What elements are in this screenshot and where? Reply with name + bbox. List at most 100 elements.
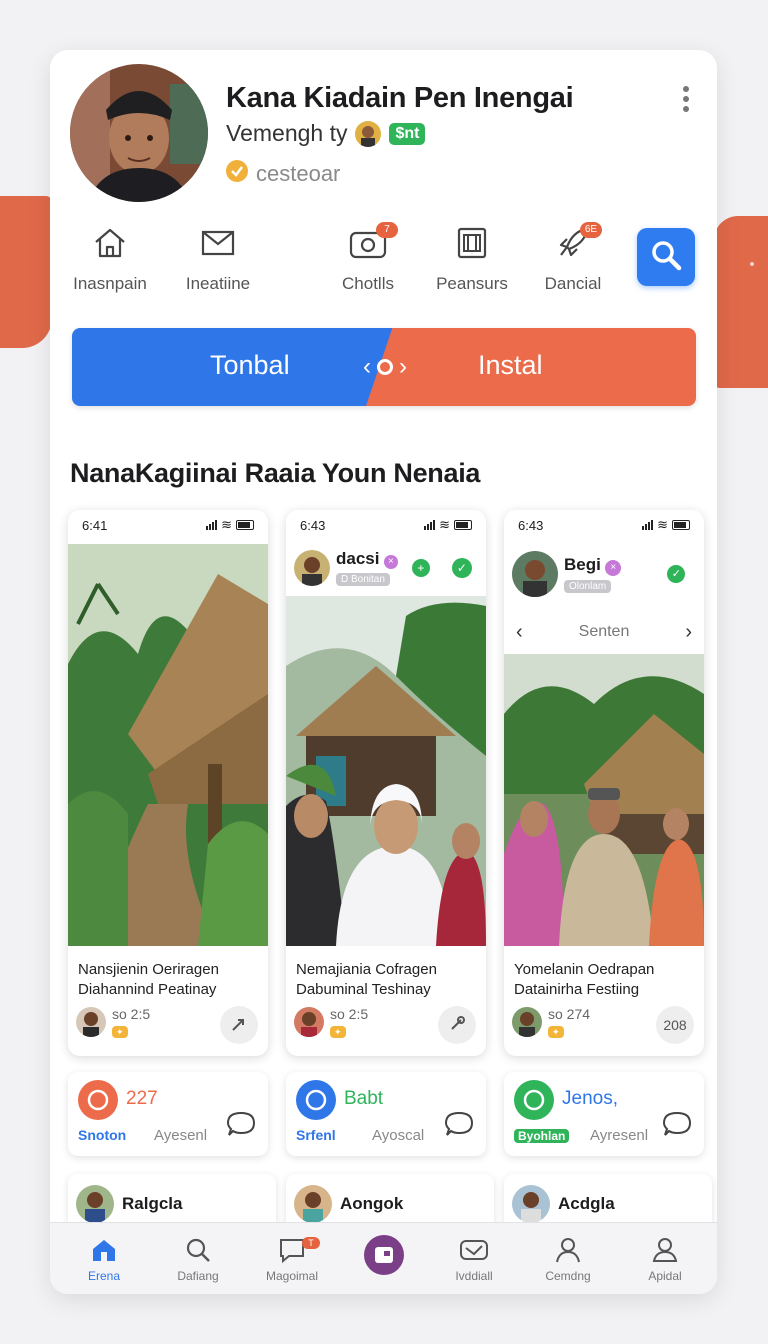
- chevron-left-icon: ‹: [363, 353, 371, 380]
- action-label: Inasnpain: [73, 274, 147, 293]
- more-options-icon[interactable]: [679, 86, 693, 120]
- search-button[interactable]: [637, 228, 695, 286]
- status-bar: 6:43 ≋: [504, 510, 704, 540]
- avatar: [512, 1185, 550, 1223]
- section-title: NanaKagiinai Raaia Youn Nenaia: [70, 458, 481, 488]
- nav-item-profile[interactable]: Apidal: [638, 1235, 692, 1283]
- stat-card[interactable]: Jenos, Byohlan Ayresenl: [504, 1072, 704, 1156]
- author-avatar[interactable]: [512, 1007, 542, 1037]
- status-time: 6:43: [300, 517, 326, 533]
- share-button[interactable]: [438, 1006, 476, 1044]
- profile-name: Kana Kiadain Pen Inengai: [226, 82, 574, 114]
- chevron-right-icon[interactable]: ›: [685, 621, 692, 644]
- chevron-left-icon[interactable]: ‹: [516, 621, 523, 644]
- share-button[interactable]: [220, 1006, 258, 1044]
- author-name: Begi: [564, 554, 601, 574]
- stat-tag: Byohlan: [514, 1129, 570, 1143]
- nav-label: Erena: [87, 1269, 121, 1283]
- count-button[interactable]: 208: [656, 1006, 694, 1044]
- profile-subtitle: Vemengh ty $nt: [226, 120, 426, 147]
- nav-item-inbox[interactable]: Ivddiall: [446, 1235, 502, 1283]
- action-camera[interactable]: 7 Chotlls: [332, 220, 404, 294]
- signal-icon: [424, 520, 436, 530]
- post-photo[interactable]: [68, 544, 268, 946]
- carousel-nav: ‹ Senten ›: [504, 614, 704, 650]
- create-icon: [362, 1235, 406, 1275]
- profile-avatar[interactable]: [70, 64, 208, 202]
- stat-card[interactable]: Babt Srfenl Ayoscal: [286, 1072, 486, 1156]
- toggle-dot-icon: [377, 359, 393, 375]
- action-mail[interactable]: Ineatiine: [180, 220, 256, 294]
- avatar: [294, 1185, 332, 1223]
- post-card[interactable]: 6:41 ≋ Nansjienin Oeriragen Diahannind P…: [68, 510, 268, 1056]
- post-card[interactable]: 6:43 ≋ dacsi × D Bonitan + ✓ Nemajiania …: [286, 510, 486, 1056]
- action-home[interactable]: Inasnpain: [72, 220, 148, 294]
- comment-icon[interactable]: [226, 1110, 256, 1143]
- comment-icon[interactable]: [444, 1110, 474, 1143]
- status-bar: 6:41 ≋: [68, 510, 268, 540]
- chat-icon: T: [262, 1235, 322, 1265]
- author-avatar[interactable]: [294, 1007, 324, 1037]
- author-avatar[interactable]: [294, 550, 330, 586]
- check-icon[interactable]: ✓: [667, 565, 686, 583]
- post-meta-text: so 2:5: [112, 1006, 151, 1022]
- author-avatar[interactable]: [512, 551, 558, 597]
- nav-label: Cemdng: [545, 1269, 591, 1283]
- wifi-icon: ≋: [221, 517, 232, 532]
- action-label: Dancial: [544, 274, 602, 293]
- post-meta-text: so 2:5: [330, 1006, 369, 1022]
- check-icon[interactable]: ✓: [451, 558, 472, 578]
- decor-band-left: [0, 196, 52, 348]
- status-time: 6:41: [82, 517, 108, 533]
- decor-dot: [750, 262, 754, 266]
- post-title-line: Nemajiania Cofragen: [296, 961, 437, 978]
- action-label: Chotlls: [342, 274, 394, 293]
- stat-circle-icon: [78, 1080, 118, 1120]
- profile-subtitle-text: Vemengh ty: [226, 120, 348, 146]
- battery-icon: [236, 520, 254, 530]
- mini-profile-name: Aongok: [340, 1194, 404, 1213]
- money-chip: $nt: [389, 122, 426, 145]
- nav-item-search[interactable]: Dafiang: [170, 1235, 226, 1283]
- nav-item-messages[interactable]: T Magoimal: [262, 1235, 322, 1283]
- add-icon[interactable]: +: [411, 559, 430, 577]
- status-time: 6:43: [518, 517, 544, 533]
- close-icon[interactable]: ×: [605, 559, 622, 576]
- carousel-label: Senten: [578, 623, 630, 640]
- stat-value: Jenos,: [562, 1088, 618, 1109]
- post-card[interactable]: 6:43 ≋ Begi × Olonlam ✓ ‹ Senten › Yomel…: [504, 510, 704, 1056]
- verified-row: cesteoar: [226, 160, 340, 188]
- toggle-left-label[interactable]: Tonbal: [210, 350, 290, 381]
- wifi-icon: ≋: [657, 517, 668, 532]
- action-rocket[interactable]: 6E Dancial: [540, 220, 606, 294]
- stat-tag: Srfenl: [296, 1127, 336, 1143]
- battery-icon: [672, 520, 690, 530]
- post-meta: so 2:5 ✦: [294, 1006, 368, 1038]
- signal-icon: [642, 520, 654, 530]
- post-photo[interactable]: [286, 596, 486, 946]
- close-icon[interactable]: ×: [383, 555, 398, 569]
- nav-item-community[interactable]: Cemdng: [540, 1235, 596, 1283]
- post-photo[interactable]: [504, 654, 704, 946]
- action-gallery[interactable]: Peansurs: [434, 220, 510, 294]
- nav-item-home[interactable]: Erena: [76, 1235, 132, 1283]
- action-badge: 6E: [580, 222, 602, 238]
- toggle-switch-handle[interactable]: ‹ ›: [350, 352, 420, 382]
- mini-profile-name: Acdgla: [558, 1194, 615, 1213]
- search-icon: [170, 1235, 226, 1265]
- post-meta: so 2:5 ✦: [76, 1006, 150, 1038]
- toggle-right-label[interactable]: Instal: [478, 350, 543, 381]
- author-name: dacsi: [336, 549, 380, 568]
- inbox-icon: [446, 1235, 502, 1265]
- gallery-icon: [434, 220, 510, 266]
- stat-sub: Ayoscal: [372, 1127, 425, 1144]
- post-header: Begi × Olonlam ✓: [504, 546, 704, 602]
- nav-label: Apidal: [648, 1269, 682, 1283]
- stat-card[interactable]: 227 Snoton Ayesenl: [68, 1072, 268, 1156]
- post-title-line: Datainirha Festiing: [514, 981, 640, 998]
- comment-icon[interactable]: [662, 1110, 692, 1143]
- nav-item-create[interactable]: [362, 1235, 406, 1275]
- battery-icon: [454, 520, 472, 530]
- rocket-icon: 6E: [540, 220, 606, 266]
- author-avatar[interactable]: [76, 1007, 106, 1037]
